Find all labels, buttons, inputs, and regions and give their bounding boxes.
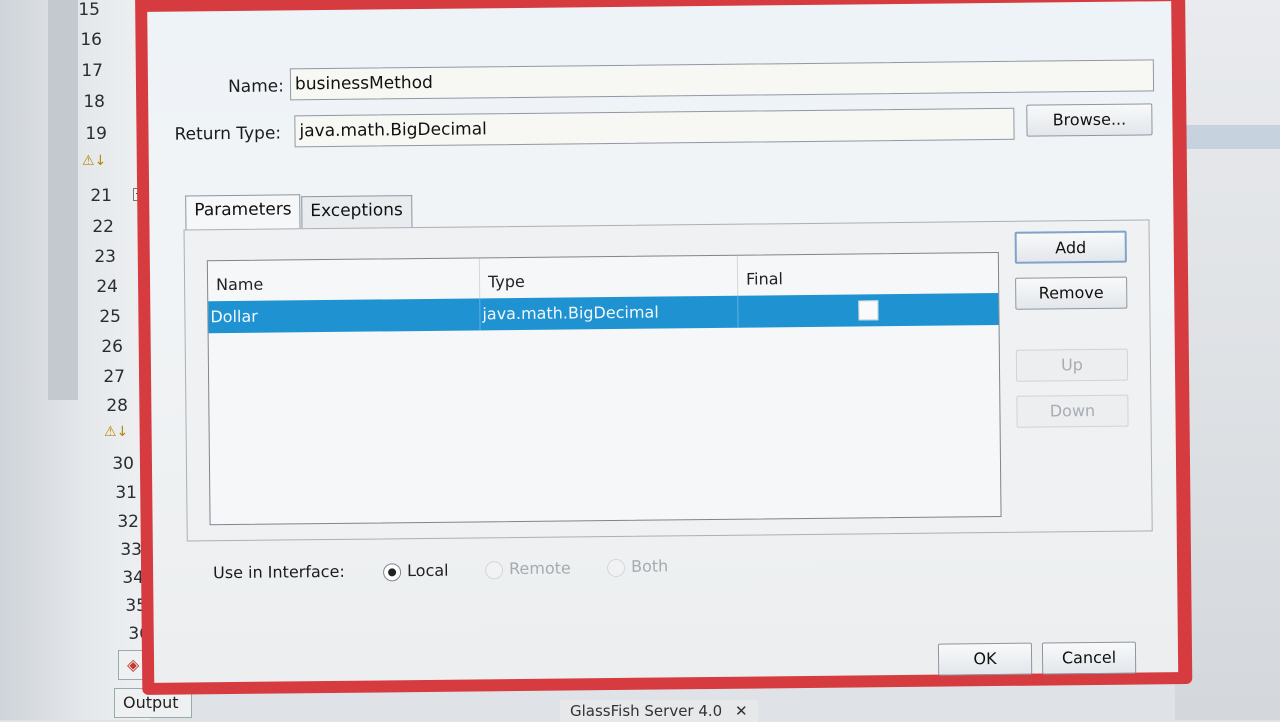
line-number: 26	[101, 337, 123, 357]
radio-local[interactable]	[383, 563, 402, 582]
browse-button[interactable]: Browse...	[1026, 103, 1153, 137]
table-row[interactable]: Dollar java.math.BigDecimal	[208, 292, 999, 334]
tab-exceptions[interactable]: Exceptions	[301, 195, 413, 229]
warning-icon[interactable]: ⚠↓	[104, 424, 128, 440]
ok-button[interactable]: OK	[937, 642, 1033, 676]
cell-param-type[interactable]: java.math.BigDecimal	[480, 295, 739, 331]
line-number: 18	[83, 92, 105, 112]
line-number: 19	[85, 124, 107, 144]
radio-both[interactable]	[606, 558, 626, 578]
palette-icon: ◈	[127, 655, 140, 674]
line-number: 34	[122, 568, 144, 588]
line-number: 16	[80, 30, 102, 50]
line-number: 22	[92, 217, 114, 237]
radio-remote[interactable]	[485, 561, 504, 580]
line-number: 23	[94, 247, 116, 267]
up-button[interactable]: Up	[1015, 348, 1129, 382]
column-header-type[interactable]: Type	[479, 255, 739, 299]
return-type-field[interactable]: java.math.BigDecimal	[294, 107, 1015, 148]
highlight-strip	[1175, 125, 1280, 149]
name-field[interactable]: businessMethod	[289, 59, 1155, 101]
radio-remote-label: Remote	[508, 558, 571, 579]
line-number: 32	[117, 512, 139, 532]
use-in-interface-label: Use in Interface:	[213, 561, 345, 583]
line-number: 25	[99, 307, 121, 327]
cell-param-name[interactable]: Dollar	[208, 298, 481, 334]
line-number: 17	[81, 61, 103, 81]
line-number: 27	[103, 367, 125, 387]
column-header-final[interactable]: Final	[738, 253, 998, 296]
line-number: 30	[112, 454, 134, 474]
line-number: 21	[90, 186, 112, 206]
remove-button[interactable]: Remove	[1015, 276, 1128, 310]
name-label: Name:	[227, 76, 285, 98]
line-number: 33	[120, 540, 142, 560]
line-number: 28	[106, 396, 128, 416]
return-type-label: Return Type:	[174, 123, 282, 145]
radio-both-label: Both	[630, 556, 669, 576]
column-header-name[interactable]: Name	[207, 258, 481, 302]
server-tab-label: GlassFish Server 4.0	[570, 702, 723, 720]
editor-gutter: 15 16 17 18 19 ⚠↓ 21 − 22 23 24 25 26 27…	[0, 0, 168, 720]
tab-parameters[interactable]: Parameters	[185, 194, 301, 230]
bottom-tab-label: Output	[123, 693, 179, 712]
cancel-button[interactable]: Cancel	[1041, 641, 1137, 675]
warning-icon[interactable]: ⚠↓	[82, 153, 106, 169]
add-button[interactable]: Add	[1014, 230, 1127, 264]
line-number: 31	[115, 483, 137, 503]
parameters-panel: Name Type Final Dollar java.math.BigDeci…	[183, 219, 1153, 542]
close-icon[interactable]: ✕	[735, 702, 748, 720]
radio-local-label: Local	[406, 560, 449, 581]
add-business-method-dialog: Name: businessMethod Return Type: java.m…	[135, 0, 1193, 695]
dialog-body: Name: businessMethod Return Type: java.m…	[147, 1, 1179, 683]
line-number: 15	[78, 0, 100, 20]
down-button[interactable]: Down	[1016, 394, 1129, 428]
server-output-tab[interactable]: GlassFish Server 4.0 ✕	[560, 700, 758, 722]
final-checkbox[interactable]	[858, 300, 879, 321]
line-number: 24	[96, 277, 118, 297]
parameters-table: Name Type Final Dollar java.math.BigDeci…	[206, 251, 1002, 526]
